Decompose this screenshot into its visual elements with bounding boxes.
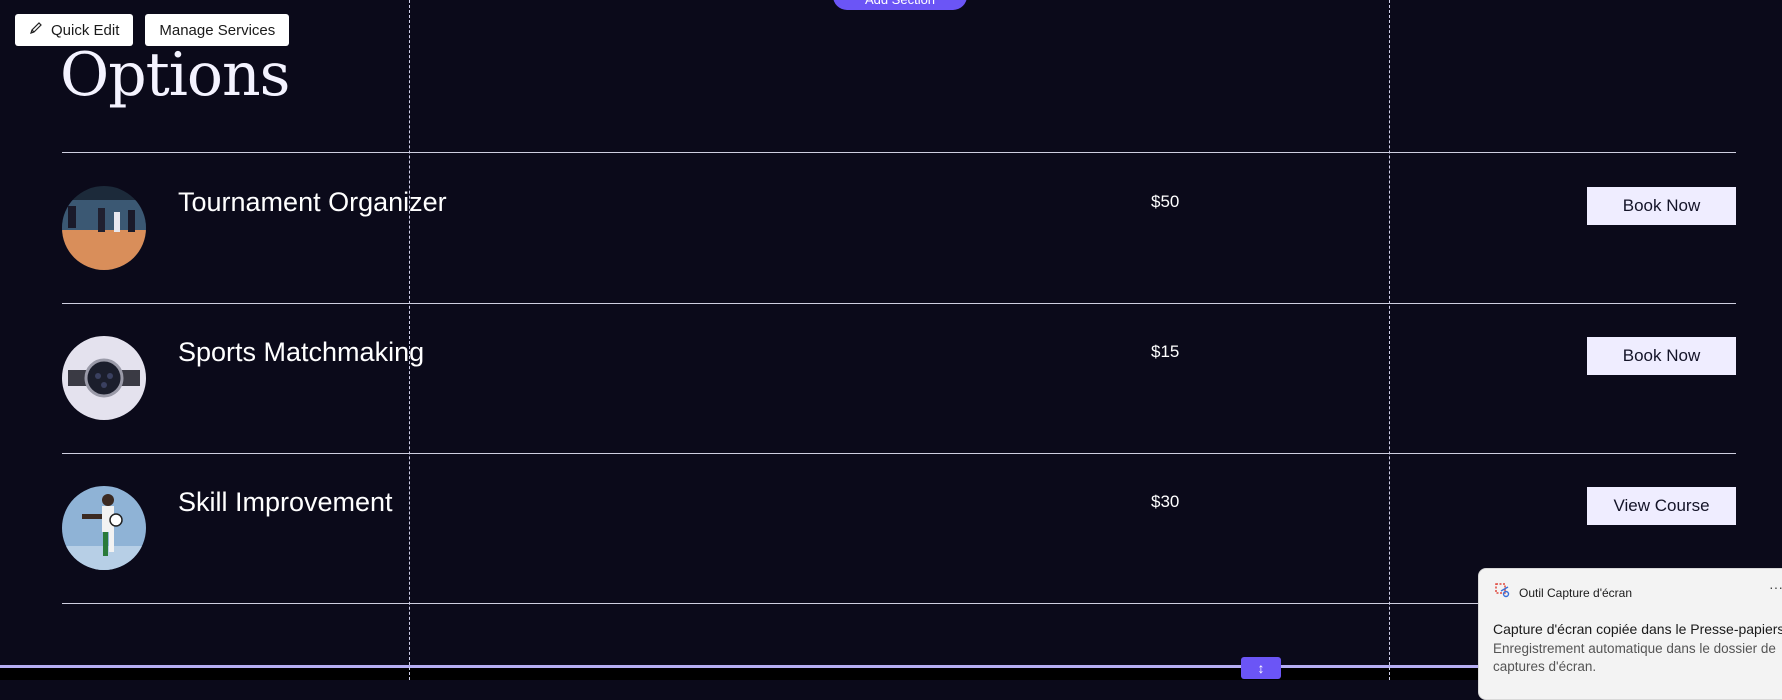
service-image (62, 486, 146, 570)
layout-guide-left (409, 0, 410, 680)
notification-app-name: Outil Capture d'écran (1519, 585, 1633, 600)
service-price: $30 (1151, 492, 1180, 511)
book-now-button[interactable]: Book Now (1587, 187, 1736, 225)
snipping-tool-icon (1495, 583, 1511, 602)
quick-edit-label: Quick Edit (51, 21, 120, 39)
divider (62, 453, 1736, 454)
book-now-button[interactable]: Book Now (1587, 337, 1736, 375)
manage-services-button[interactable]: Manage Services (145, 14, 290, 46)
screenshot-notification[interactable]: Outil Capture d'écran ··· Capture d'écra… (1478, 568, 1782, 700)
service-name: Skill Improvement (178, 487, 393, 517)
layout-guide-right (1389, 0, 1390, 680)
resize-handle-icon[interactable]: ↕ (1241, 657, 1281, 679)
service-image (62, 336, 146, 420)
wristwatch-photo-icon (62, 336, 146, 420)
divider (62, 152, 1736, 153)
service-price: $50 (1151, 192, 1180, 211)
quick-edit-button[interactable]: Quick Edit (15, 14, 134, 46)
view-course-button[interactable]: View Course (1587, 487, 1736, 525)
soccer-player-photo-icon (62, 486, 146, 570)
volleyball-photo-icon (62, 186, 146, 270)
divider (62, 303, 1736, 304)
manage-services-label: Manage Services (159, 21, 276, 39)
service-image (62, 186, 146, 270)
add-section-button[interactable]: Add Section (833, 0, 967, 10)
notification-body-line: captures d'écran. (1493, 659, 1597, 674)
service-name: Sports Matchmaking (178, 337, 425, 367)
more-options-icon[interactable]: ··· (1769, 579, 1782, 595)
notification-body-line: Enregistrement automatique dans le dossi… (1493, 641, 1776, 656)
page-title: Options (60, 40, 290, 110)
notification-title: Capture d'écran copiée dans le Presse-pa… (1493, 621, 1782, 637)
editor-toolbar: Quick Edit Manage Services (15, 14, 290, 46)
notification-body: Enregistrement automatique dans le dossi… (1493, 640, 1782, 676)
pencil-icon (29, 21, 43, 39)
service-price: $15 (1151, 342, 1180, 361)
service-name: Tournament Organizer (178, 187, 447, 217)
notification-header: Outil Capture d'écran (1495, 583, 1632, 602)
